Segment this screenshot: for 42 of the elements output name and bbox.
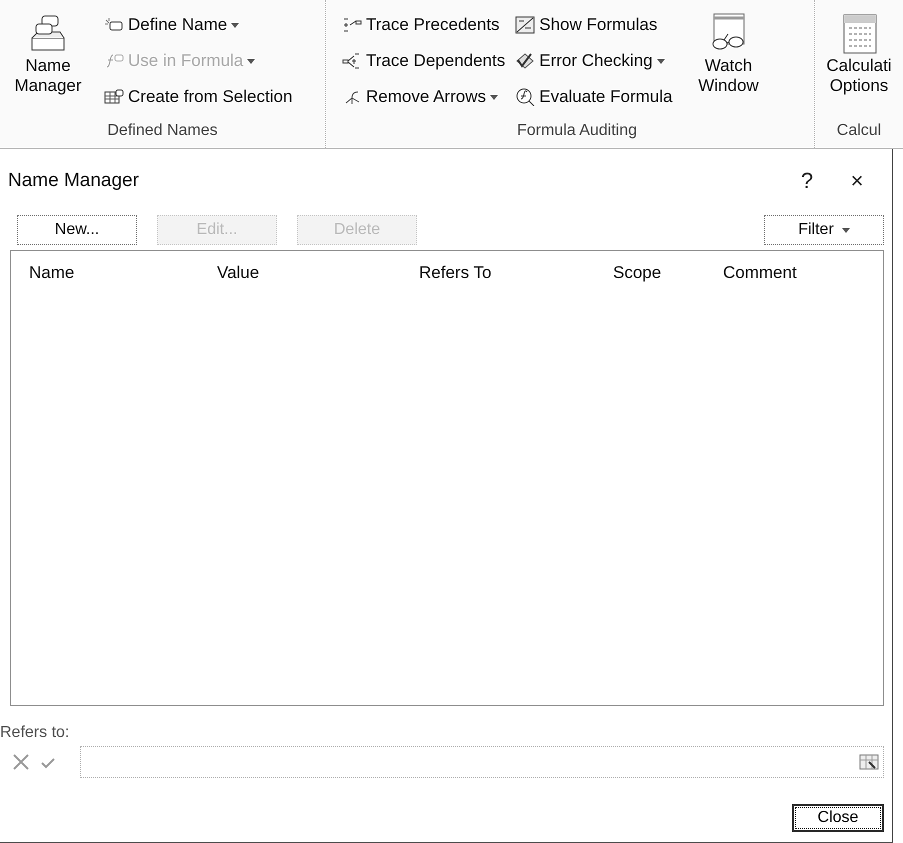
caret-icon — [247, 58, 256, 64]
ribbon-button[interactable]: Name Manager — [0, 4, 96, 120]
group-label: Formula Auditing — [516, 121, 638, 141]
trace-icon — [342, 53, 362, 69]
dialog-button[interactable]: New... — [17, 215, 137, 245]
help-button[interactable]: ? — [782, 168, 832, 194]
ribbon-button[interactable]: Trace Dependents — [340, 46, 508, 76]
names-list[interactable]: Name Value Refers To Scope Comment — [10, 250, 884, 706]
caret-icon — [490, 94, 498, 100]
caret-icon — [656, 58, 665, 64]
function-icon — [104, 53, 124, 69]
column-header[interactable]: Scope — [613, 263, 723, 283]
table-icon — [104, 89, 124, 105]
check-icon — [515, 52, 536, 70]
ribbon-button[interactable]: Remove Arrows — [340, 82, 508, 112]
column-header[interactable]: Value — [217, 263, 419, 283]
close-button[interactable]: × — [832, 168, 882, 194]
refers-to-label: Refers to: — [0, 723, 70, 743]
dialog-title: Name Manager — [8, 170, 140, 192]
ribbon-button[interactable]: Watch Window — [680, 4, 776, 120]
caret-icon — [231, 22, 240, 28]
ribbon-button[interactable]: Define Name — [102, 10, 294, 40]
close-dialog-button[interactable]: Close — [792, 804, 884, 832]
evaluate-icon — [515, 88, 536, 106]
filter-button[interactable]: Filter — [764, 215, 884, 245]
group-label: Calcul — [836, 121, 882, 141]
ribbon-button[interactable]: Calculati Options — [815, 4, 903, 120]
tag-icon — [104, 17, 124, 33]
refers-to-field[interactable] — [80, 746, 884, 778]
column-header[interactable]: Refers To — [419, 263, 613, 283]
trace-icon — [342, 17, 362, 33]
ribbon-button[interactable]: Error Checking — [513, 46, 674, 76]
column-header[interactable]: Name — [29, 263, 217, 283]
collapse-dialog-icon[interactable] — [859, 753, 879, 771]
column-header[interactable]: Comment — [723, 263, 865, 283]
ribbon-button[interactable]: Trace Precedents — [340, 10, 508, 40]
group-label: Defined Names — [106, 121, 219, 141]
caret-icon — [842, 228, 850, 232]
ribbon-button[interactable]: Evaluate Formula — [513, 82, 674, 112]
formula-sheet-icon — [515, 16, 536, 34]
ribbon-button[interactable]: Create from Selection — [102, 82, 294, 112]
ribbon-button[interactable]: Show Formulas — [513, 10, 674, 40]
